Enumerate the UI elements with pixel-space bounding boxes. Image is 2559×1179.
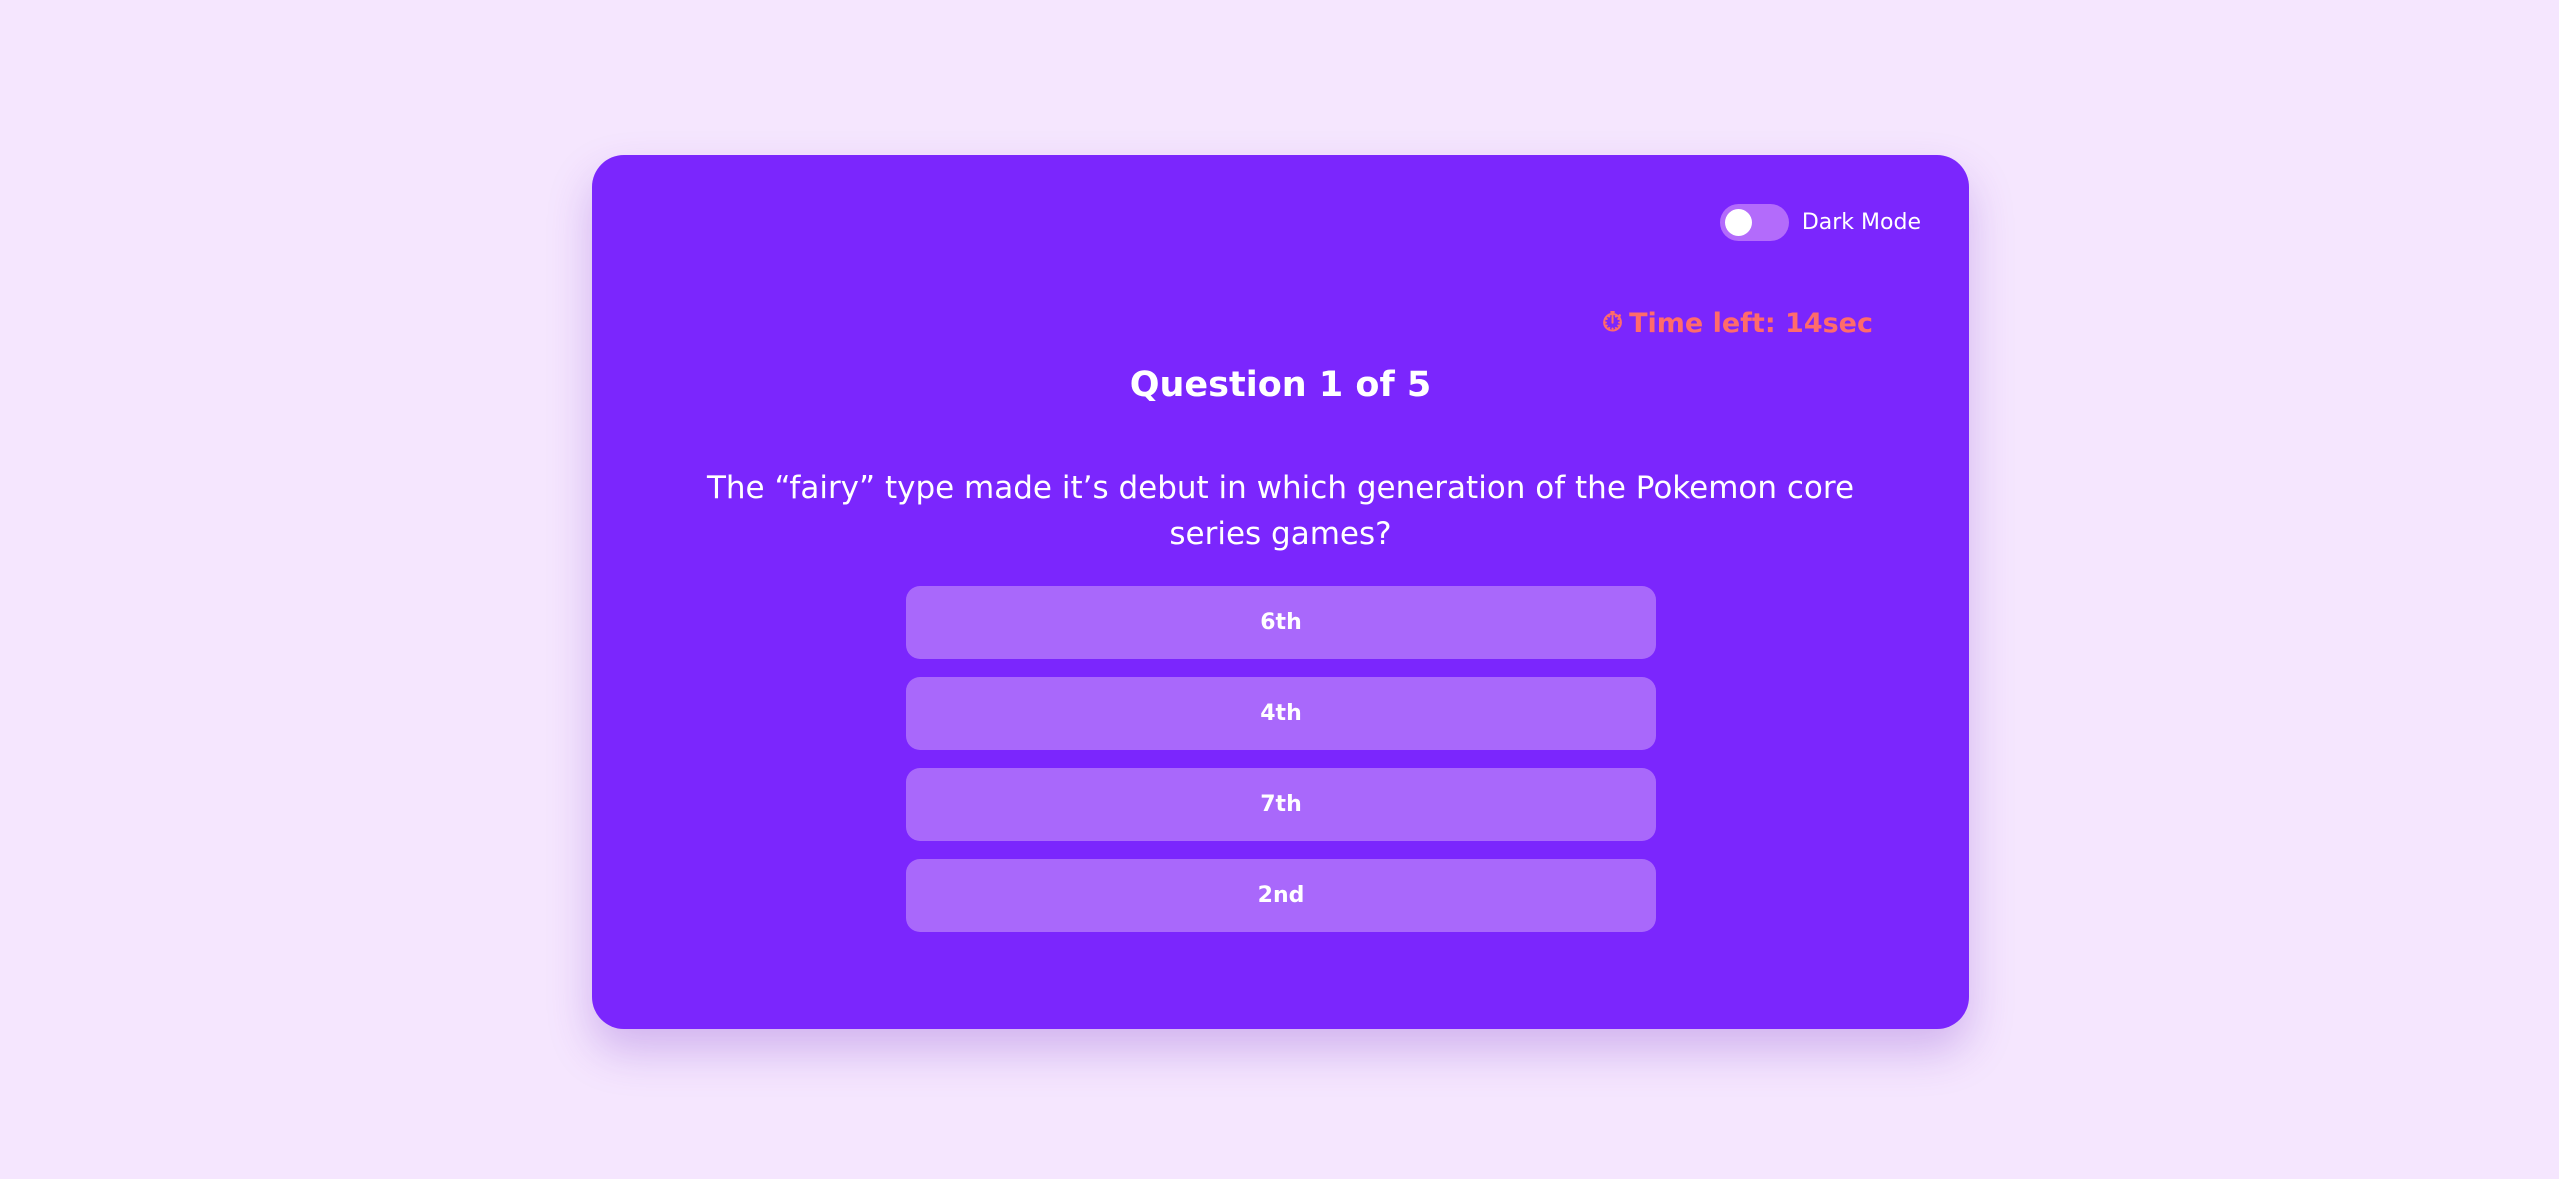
quiz-card: Dark Mode ⏱ Time left: 14sec Question 1 … [592, 155, 1969, 1029]
timer-text: Time left: 14sec [1629, 307, 1873, 339]
dark-mode-label: Dark Mode [1801, 209, 1921, 235]
answer-button[interactable]: 4th [906, 677, 1656, 750]
answer-list: 6th 4th 7th 2nd [906, 586, 1656, 950]
question-counter: Question 1 of 5 [1129, 365, 1432, 405]
timer: ⏱ Time left: 14sec [1602, 301, 1873, 345]
question-text: The “fairy” type made it’s debut in whic… [706, 470, 1855, 552]
answer-button[interactable]: 7th [906, 768, 1656, 841]
dark-mode-toggle[interactable] [1719, 203, 1789, 241]
dark-mode-control: Dark Mode [1719, 203, 1921, 241]
answer-button[interactable]: 2nd [906, 859, 1656, 932]
stopwatch-icon: ⏱ [1602, 307, 1624, 338]
answer-button[interactable]: 6th [906, 586, 1656, 659]
toggle-knob [1724, 208, 1752, 236]
